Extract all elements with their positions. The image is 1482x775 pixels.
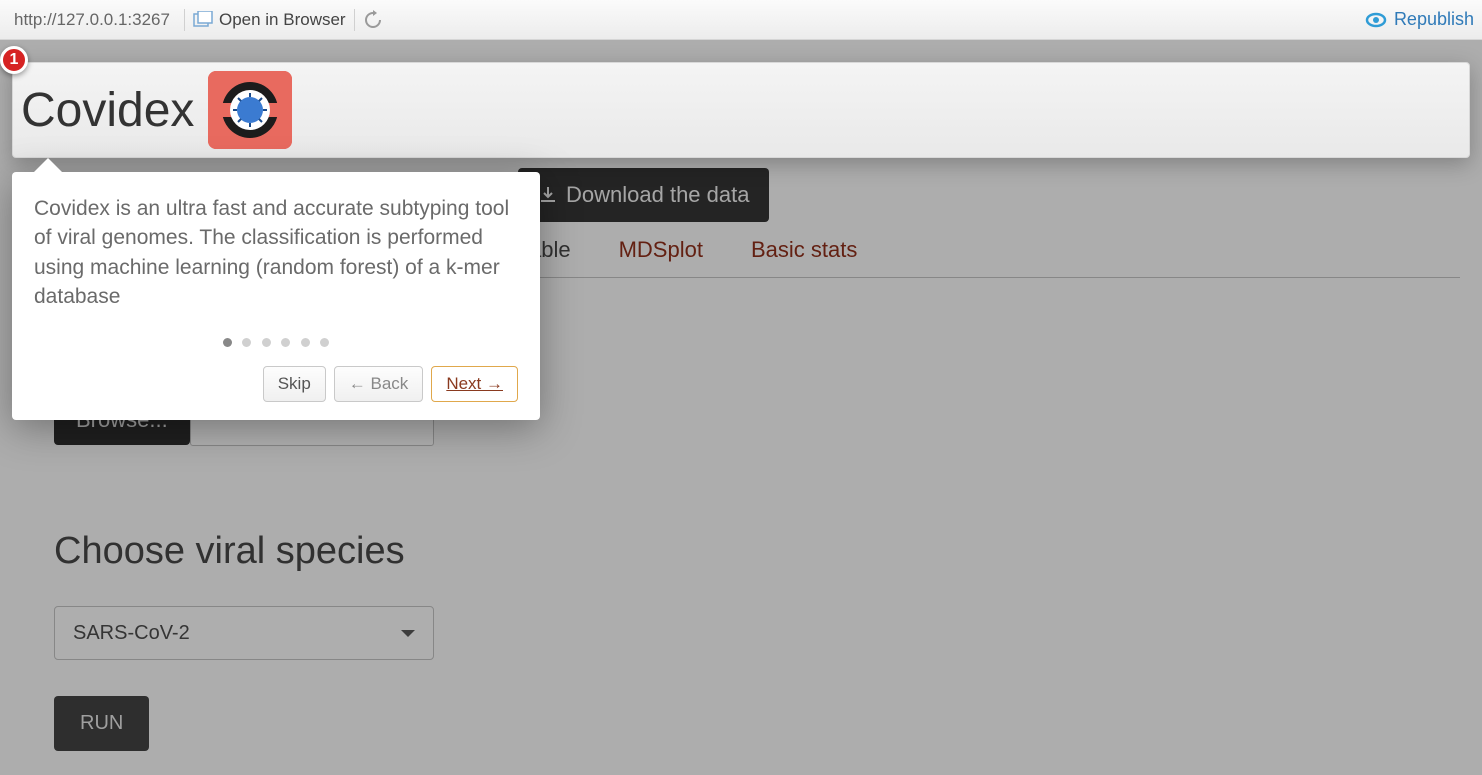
app-area: Download the data Table MDSplot Basic st…: [0, 40, 1482, 775]
republish-button[interactable]: Republish: [1364, 9, 1474, 30]
tour-step-dot[interactable]: [320, 338, 329, 347]
tour-step-dot[interactable]: [301, 338, 310, 347]
url-field[interactable]: http://127.0.0.1:3267: [8, 8, 176, 32]
tour-steps-indicator: [34, 334, 518, 352]
tour-skip-button[interactable]: Skip: [263, 366, 326, 402]
tour-popover: Covidex is an ultra fast and accurate su…: [12, 172, 540, 420]
divider: [354, 9, 355, 31]
refresh-icon: [363, 10, 383, 30]
tour-back-button[interactable]: ← Back: [334, 366, 424, 402]
tour-step-dot[interactable]: [281, 338, 290, 347]
browser-bar: http://127.0.0.1:3267 Open in Browser Re…: [0, 0, 1482, 40]
tour-step-dot[interactable]: [223, 338, 232, 347]
external-browser-icon: [193, 11, 213, 29]
tour-step-dot[interactable]: [262, 338, 271, 347]
notification-badge[interactable]: 1: [0, 46, 28, 74]
app-title: Covidex: [21, 83, 194, 138]
virus-logo-icon: [208, 71, 292, 149]
refresh-button[interactable]: [363, 10, 383, 30]
open-in-browser-button[interactable]: Open in Browser: [193, 10, 346, 30]
divider: [184, 9, 185, 31]
republish-icon: [1364, 11, 1388, 29]
app-logo: [208, 71, 292, 149]
app-header: Covidex: [12, 62, 1470, 158]
tour-step-dot[interactable]: [242, 338, 251, 347]
tour-buttons: Skip ← Back Next →: [34, 366, 518, 402]
tour-text: Covidex is an ultra fast and accurate su…: [34, 194, 518, 312]
republish-label: Republish: [1394, 9, 1474, 30]
open-in-browser-label: Open in Browser: [219, 10, 346, 30]
tour-next-button[interactable]: Next →: [431, 366, 518, 402]
